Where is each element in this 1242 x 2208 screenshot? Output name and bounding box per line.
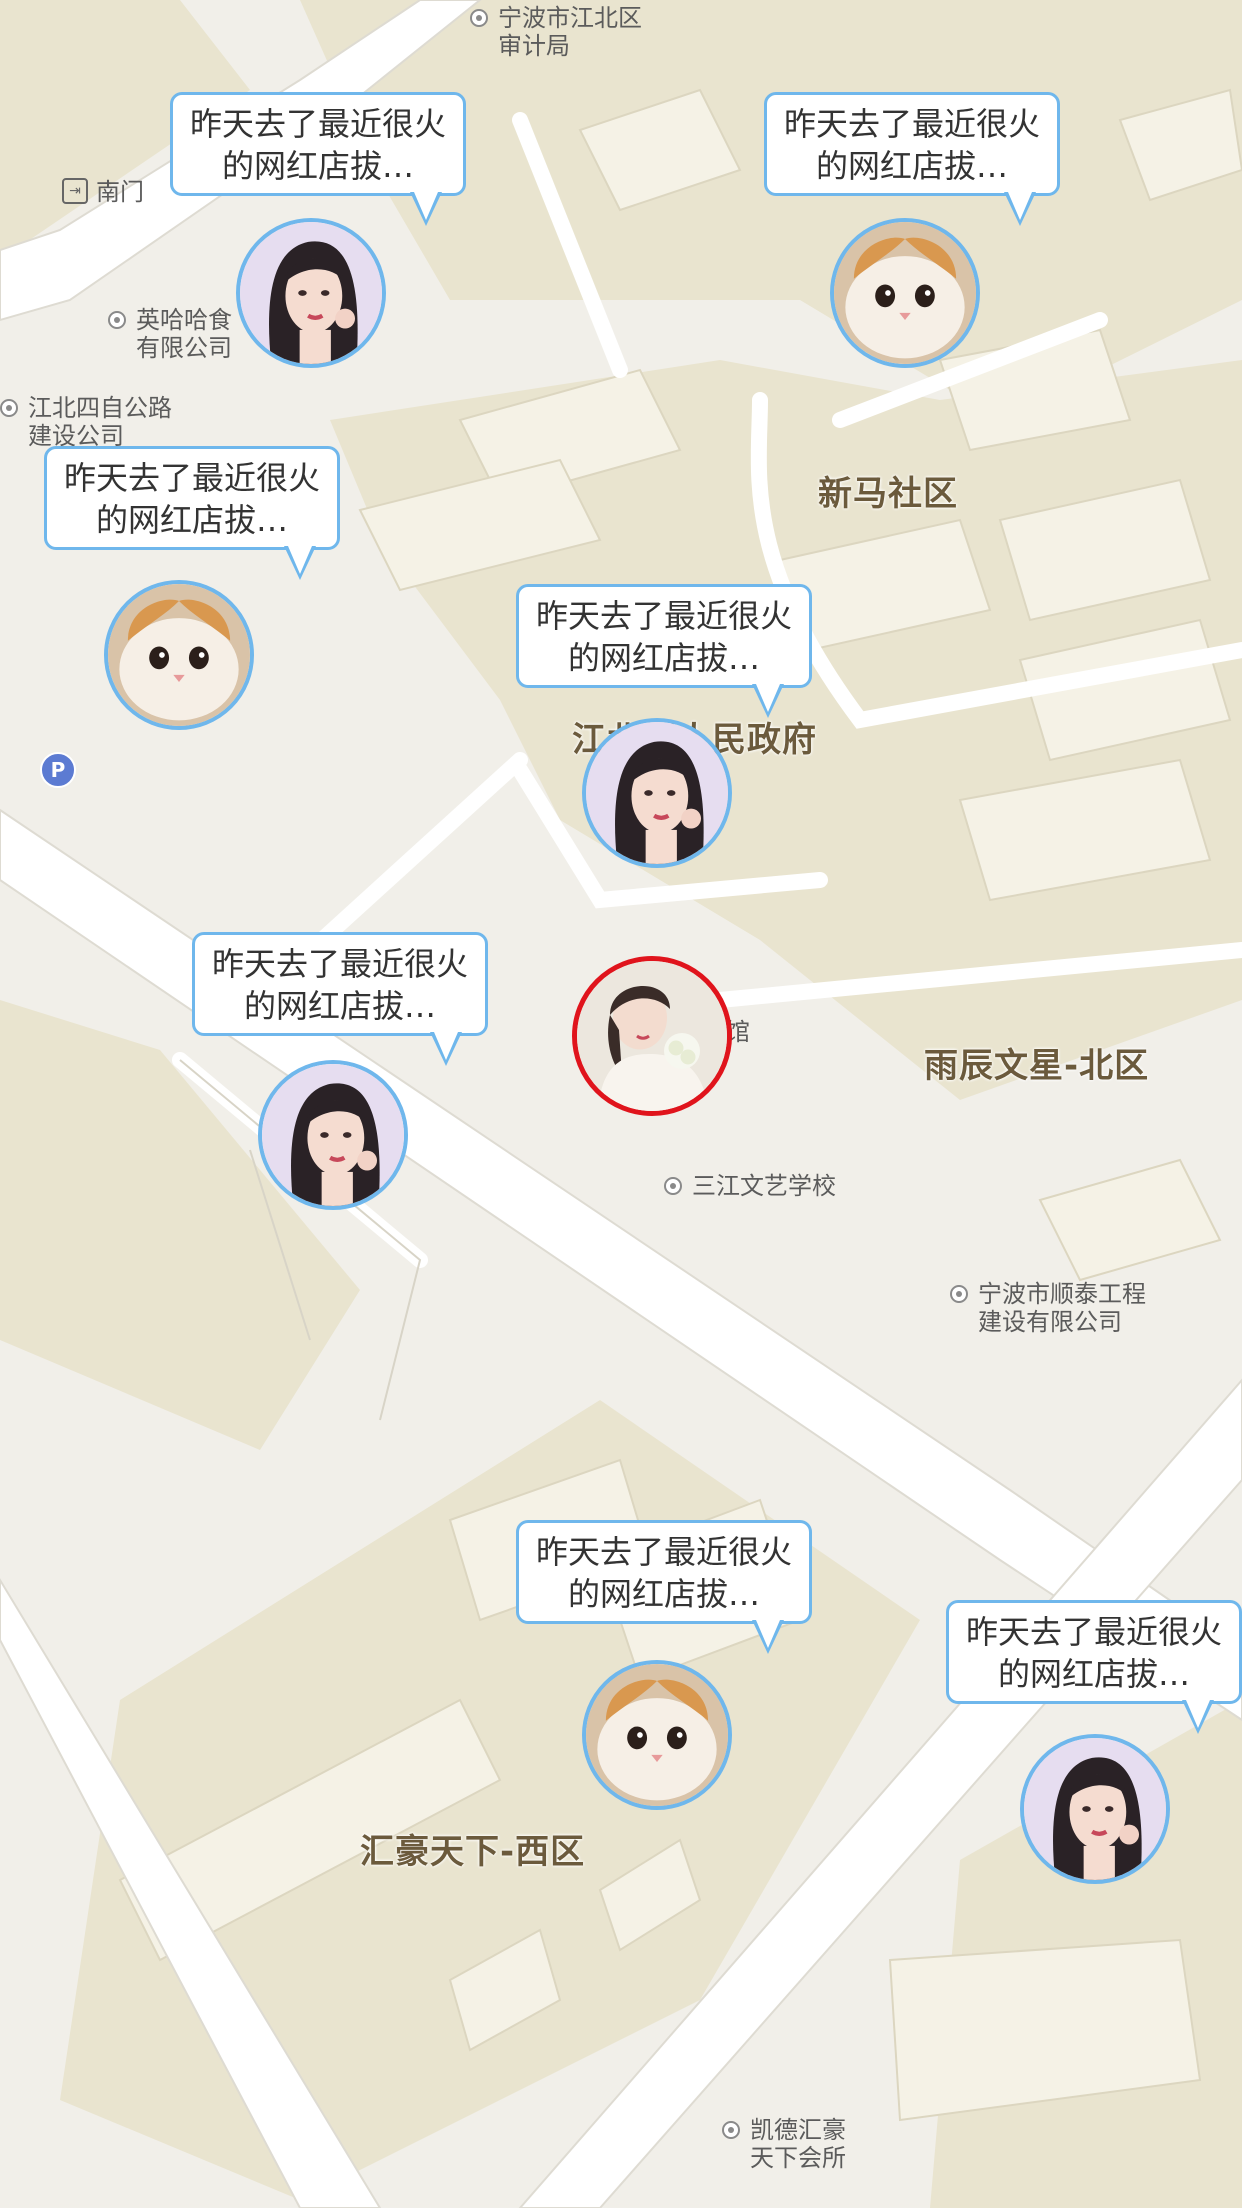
poi-kaide[interactable]: 凯德汇豪 天下会所: [722, 2116, 846, 2172]
poi-road-company[interactable]: 江北四自公路 建设公司: [0, 394, 172, 450]
poi-label-text: 凯德汇豪 天下会所: [750, 2116, 846, 2172]
poi-label-text: 宁波市江北区 审计局: [498, 4, 642, 60]
user-marker[interactable]: 昨天去了最近很火的网红店拔…: [170, 92, 470, 372]
message-bubble[interactable]: 昨天去了最近很火的网红店拔…: [192, 932, 488, 1036]
bubble-tail-inner: [756, 684, 780, 712]
poi-marker-icon: [722, 2121, 740, 2139]
user-marker[interactable]: 昨天去了最近很火的网红店拔…: [44, 446, 344, 736]
bubble-tail-inner: [288, 546, 312, 574]
bubble-tail-inner: [756, 1620, 780, 1648]
message-bubble[interactable]: 昨天去了最近很火的网红店拔…: [946, 1600, 1242, 1704]
poi-label-text: 江北四自公路 建设公司: [28, 394, 172, 450]
message-bubble[interactable]: 昨天去了最近很火的网红店拔…: [44, 446, 340, 550]
message-bubble[interactable]: 昨天去了最近很火的网红店拔…: [170, 92, 466, 196]
bubble-tail-inner: [1008, 192, 1032, 220]
avatar-girl[interactable]: [258, 1060, 408, 1210]
poi-marker-icon: [950, 1285, 968, 1303]
poi-marker-icon: [0, 399, 18, 417]
poi-label-text: 南门: [96, 178, 144, 206]
avatar-girl[interactable]: [582, 718, 732, 868]
avatar-girl[interactable]: [236, 218, 386, 368]
bubble-tail-inner: [434, 1032, 458, 1060]
user-marker[interactable]: 昨天去了最近很火的网红店拔…: [516, 1520, 816, 1820]
message-bubble[interactable]: 昨天去了最近很火的网红店拔…: [516, 584, 812, 688]
avatar-cat[interactable]: [582, 1660, 732, 1810]
poi-marker-icon: [470, 9, 488, 27]
bubble-tail-inner: [1186, 1700, 1210, 1728]
poi-label-text: 三江文艺学校: [692, 1172, 836, 1200]
poi-marker-icon: [108, 311, 126, 329]
message-bubble[interactable]: 昨天去了最近很火的网红店拔…: [764, 92, 1060, 196]
poi-south-gate[interactable]: ⇥ 南门: [62, 178, 144, 206]
bubble-tail-inner: [414, 192, 438, 220]
user-marker[interactable]: 昨天去了最近很火的网红店拔…: [764, 92, 1064, 372]
poi-marker-icon: [664, 1177, 682, 1195]
area-yuchen: 雨辰文星-北区: [924, 1046, 1150, 1086]
current-user-avatar[interactable]: [572, 956, 732, 1116]
area-xinma: 新马社区: [818, 474, 958, 514]
poi-shuntai[interactable]: 宁波市顺泰工程 建设有限公司: [950, 1280, 1146, 1336]
entrance-icon: ⇥: [62, 178, 88, 204]
user-marker[interactable]: 昨天去了最近很火的网红店拔…: [946, 1600, 1242, 1896]
poi-art-school[interactable]: 三江文艺学校: [664, 1172, 836, 1200]
avatar-cat[interactable]: [830, 218, 980, 368]
poi-audit-bureau[interactable]: 宁波市江北区 审计局: [470, 4, 642, 60]
message-bubble[interactable]: 昨天去了最近很火的网红店拔…: [516, 1520, 812, 1624]
area-huihao: 汇豪天下-西区: [360, 1832, 586, 1872]
avatar-cat[interactable]: [104, 580, 254, 730]
avatar-girl[interactable]: [1020, 1734, 1170, 1884]
user-marker[interactable]: 昨天去了最近很火的网红店拔…: [192, 932, 492, 1222]
user-marker[interactable]: 昨天去了最近很火的网红店拔…: [516, 584, 816, 874]
poi-label-text: 宁波市顺泰工程 建设有限公司: [978, 1280, 1146, 1336]
parking-icon[interactable]: P: [40, 752, 76, 788]
